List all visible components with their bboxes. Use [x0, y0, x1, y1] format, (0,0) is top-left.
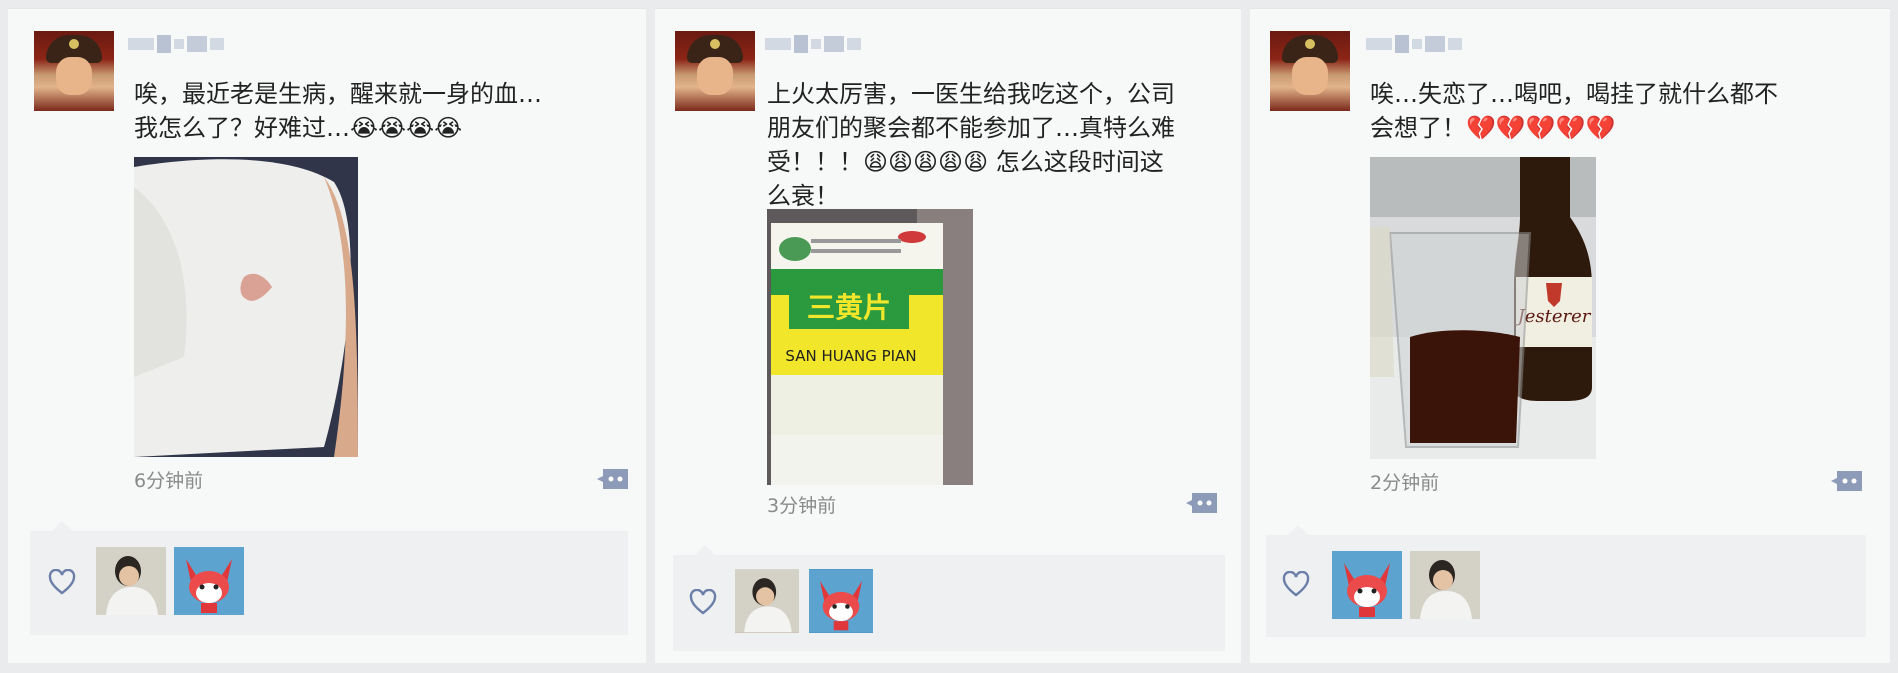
- avatar[interactable]: [675, 31, 755, 111]
- avatar[interactable]: [34, 31, 114, 111]
- comment-icon[interactable]: [1185, 491, 1219, 515]
- liker-avatar-person[interactable]: [735, 569, 799, 633]
- post-text-line: 会想了！💔💔💔💔💔: [1370, 114, 1616, 142]
- post-timestamp: 6分钟前: [134, 470, 204, 492]
- avatar[interactable]: [1270, 31, 1350, 111]
- post-text: 上火太厉害，一医生给我吃这个，公司 朋友们的聚会都不能参加了…真特么难 受！！！…: [767, 77, 1237, 213]
- likes-section: [673, 545, 1225, 651]
- post-text-line: 我怎么了？好难过…😭😭😭😭: [134, 114, 463, 142]
- post-text-line: 唉，最近老是生病，醒来就一身的血…: [134, 80, 542, 108]
- liker-avatar-fox[interactable]: [1332, 551, 1402, 619]
- liker-avatar-person[interactable]: [1410, 551, 1480, 619]
- post-photo[interactable]: [134, 157, 358, 457]
- post-text-line: 朋友们的聚会都不能参加了…真特么难: [767, 114, 1175, 142]
- comment-icon[interactable]: [596, 467, 630, 491]
- comment-icon[interactable]: [1830, 469, 1864, 493]
- moment-post-1: 唉，最近老是生病，醒来就一身的血… 我怎么了？好难过…😭😭😭😭 6分钟前: [8, 8, 646, 663]
- post-text: 唉，最近老是生病，醒来就一身的血… 我怎么了？好难过…😭😭😭😭: [134, 77, 634, 145]
- post-timestamp: 2分钟前: [1370, 472, 1440, 494]
- heart-icon[interactable]: [1282, 571, 1310, 597]
- heart-icon[interactable]: [689, 589, 717, 615]
- moment-post-3: 唉…失恋了…喝吧，喝挂了就什么都不 会想了！💔💔💔💔💔 Jesterer 2分钟…: [1250, 8, 1890, 663]
- username-blurred[interactable]: [128, 33, 224, 55]
- post-timestamp: 3分钟前: [767, 495, 837, 517]
- username-blurred[interactable]: [765, 33, 861, 55]
- post-text-line: 上火太厉害，一医生给我吃这个，公司: [767, 80, 1175, 108]
- post-photo[interactable]: Jesterer: [1370, 157, 1596, 459]
- box-chinese-name: 三黄片: [807, 291, 891, 324]
- username-blurred[interactable]: [1366, 33, 1462, 55]
- liker-avatar-fox[interactable]: [174, 547, 244, 615]
- post-text-line: 唉…失恋了…喝吧，喝挂了就什么都不: [1370, 80, 1778, 108]
- likes-section: [30, 521, 628, 635]
- likes-section: [1266, 525, 1866, 637]
- post-text: 唉…失恋了…喝吧，喝挂了就什么都不 会想了！💔💔💔💔💔: [1370, 77, 1880, 145]
- liker-avatar-person[interactable]: [96, 547, 166, 615]
- heart-icon[interactable]: [48, 569, 76, 595]
- post-text-line: 么衰！: [767, 182, 839, 210]
- moment-post-2: 上火太厉害，一医生给我吃这个，公司 朋友们的聚会都不能参加了…真特么难 受！！！…: [655, 8, 1241, 663]
- liker-avatar-fox[interactable]: [809, 569, 873, 633]
- post-text-line: 受！！！😩😩😩😩😩 怎么这段时间这: [767, 148, 1164, 176]
- box-pinyin: SAN HUANG PIAN: [785, 347, 916, 365]
- post-photo[interactable]: 三黄片 SAN HUANG PIAN: [767, 209, 973, 485]
